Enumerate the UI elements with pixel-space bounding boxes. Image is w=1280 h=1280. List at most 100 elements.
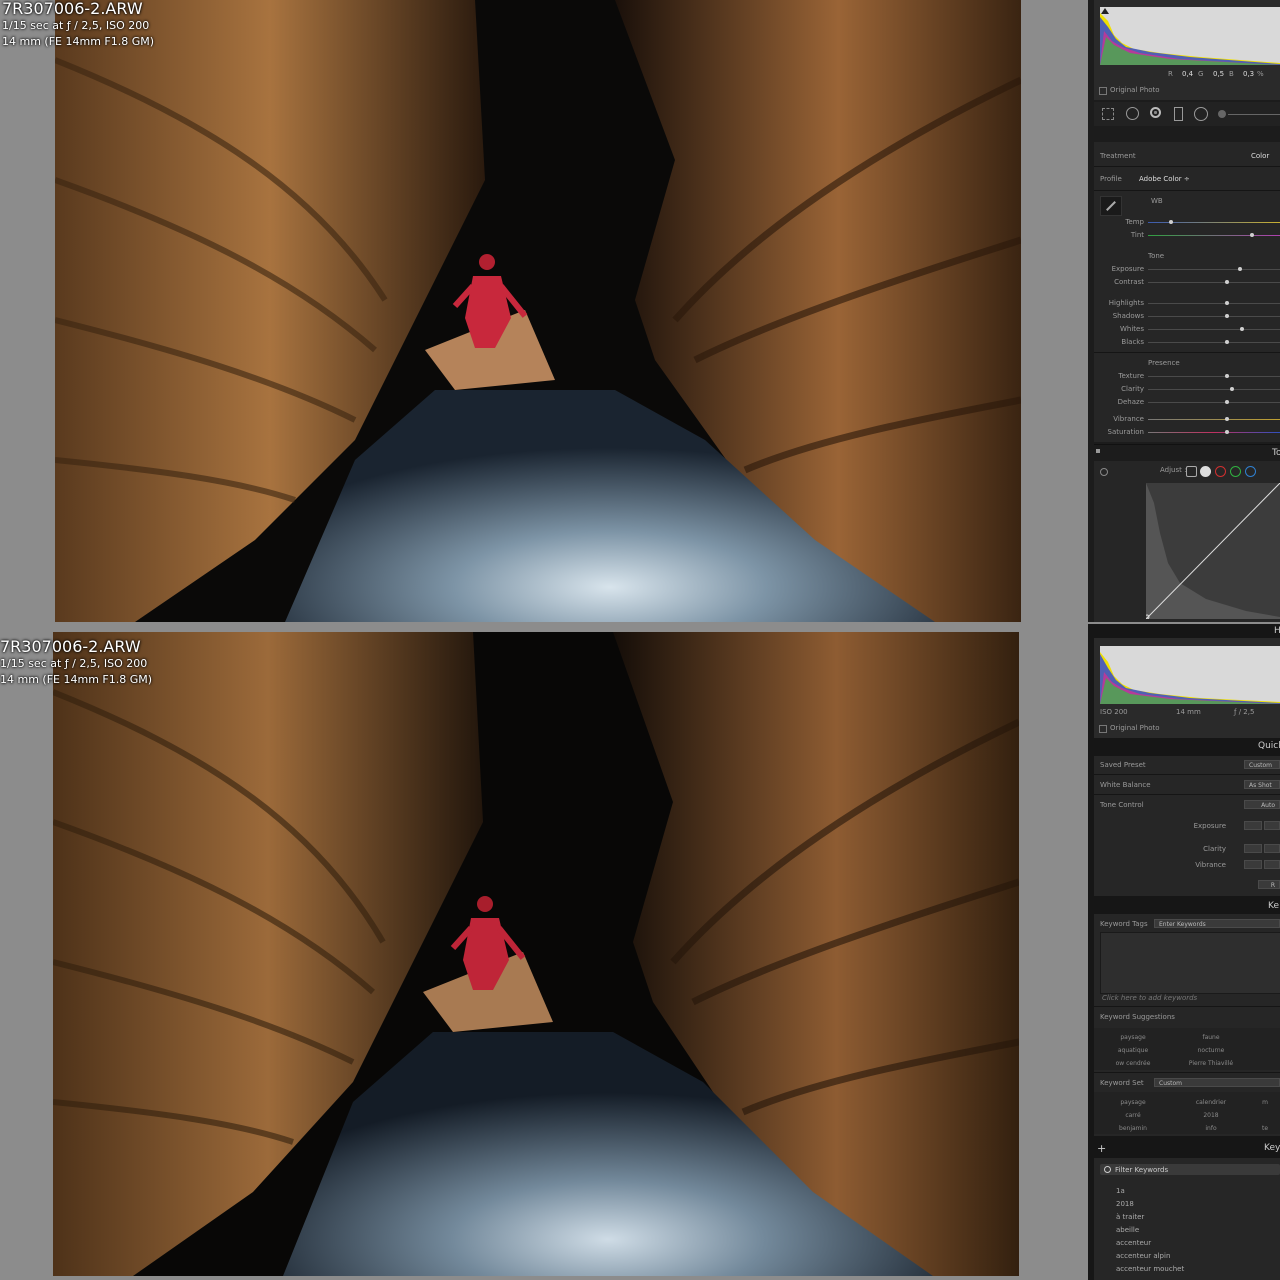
suggestion-item[interactable]: faune [1172, 1034, 1250, 1041]
graduated-filter-icon[interactable] [1174, 107, 1183, 121]
keyword-item[interactable]: 2018 [1116, 1200, 1134, 1208]
clarity-slider[interactable] [1148, 387, 1280, 391]
original-photo-checkbox[interactable] [1099, 87, 1107, 95]
keyword-item[interactable]: abeille [1116, 1226, 1139, 1234]
clarity-slider-thumb[interactable] [1229, 387, 1234, 391]
wb-eyedropper-icon[interactable] [1100, 196, 1122, 216]
vibrance-increase-button[interactable] [1264, 860, 1280, 869]
divider [1094, 190, 1280, 191]
keyword-tags-select[interactable]: Enter Keywords [1154, 919, 1280, 928]
highlights-slider-thumb[interactable] [1224, 301, 1229, 305]
tint-slider[interactable] [1148, 233, 1280, 237]
keyword-set-item[interactable]: benjamin [1094, 1125, 1172, 1132]
photo-top[interactable] [55, 0, 1021, 622]
exposure-label: Exposure [1111, 265, 1144, 273]
vibrance-decrease-button[interactable] [1244, 860, 1262, 869]
quick-develop-title[interactable]: Quick [1258, 741, 1280, 751]
rgb-channel-icon[interactable] [1200, 466, 1211, 477]
targeted-adjust-icon[interactable] [1100, 468, 1108, 476]
add-keyword-button[interactable]: + [1097, 1142, 1106, 1155]
contrast-slider[interactable] [1148, 280, 1280, 284]
red-eye-icon[interactable] [1150, 107, 1161, 118]
blacks-slider-thumb[interactable] [1224, 340, 1229, 344]
temp-slider[interactable] [1148, 220, 1280, 224]
saturation-slider[interactable] [1148, 430, 1280, 434]
contrast-slider-thumb[interactable] [1224, 280, 1229, 284]
suggestion-item[interactable]: Pierre Thiavillé [1172, 1060, 1250, 1067]
keyword-item[interactable]: 1a [1116, 1187, 1125, 1195]
blue-channel-icon[interactable] [1245, 466, 1256, 477]
point-curve-icon[interactable] [1186, 466, 1197, 477]
clarity-decrease-button[interactable] [1244, 844, 1262, 853]
red-channel-icon[interactable] [1215, 466, 1226, 477]
click-to-add-hint[interactable]: Click here to add keywords [1102, 994, 1197, 1002]
exposure-info: 1/15 sec at ƒ / 2,5, ISO 200 [0, 657, 148, 670]
adjustment-brush-icon[interactable] [1218, 110, 1226, 118]
suggestion-item[interactable]: paysage [1094, 1034, 1172, 1041]
keyword-set-item[interactable]: paysage [1094, 1099, 1172, 1106]
keyword-set-select[interactable]: Custom [1154, 1078, 1280, 1087]
texture-slider[interactable] [1148, 374, 1280, 378]
tint-slider-thumb[interactable] [1249, 233, 1254, 237]
dehaze-slider[interactable] [1148, 400, 1280, 404]
vibrance-slider-thumb[interactable] [1224, 417, 1229, 421]
search-icon [1104, 1166, 1111, 1173]
texture-slider-thumb[interactable] [1224, 374, 1229, 378]
tone-control-label: Tone Control [1100, 801, 1144, 809]
rgb-b-label: B [1229, 70, 1234, 78]
photo-info-overlay-top: 7R307006-2.ARW 1/15 sec at ƒ / 2,5, ISO … [2, 0, 154, 50]
keyword-item[interactable]: accenteur alpin [1116, 1252, 1170, 1260]
spot-removal-icon[interactable] [1126, 107, 1139, 120]
divider [1094, 166, 1280, 167]
auto-tone-button[interactable]: Auto [1244, 800, 1280, 809]
keyword-set-item[interactable]: info [1172, 1125, 1250, 1132]
radial-filter-icon[interactable] [1194, 107, 1208, 121]
keyword-item[interactable]: accenteur mouchet [1116, 1265, 1184, 1273]
vibrance-slider[interactable] [1148, 417, 1280, 421]
photo-bottom[interactable] [53, 632, 1019, 1276]
green-channel-icon[interactable] [1230, 466, 1241, 477]
keywording-title[interactable]: Ke [1268, 901, 1279, 911]
keyword-set-item[interactable]: 2018 [1172, 1112, 1250, 1119]
keyword-item[interactable]: accenteur [1116, 1239, 1151, 1247]
clipping-shadow-icon[interactable] [1101, 8, 1109, 14]
keyword-set-item[interactable]: m [1250, 1099, 1280, 1106]
keyword-entry-area[interactable] [1100, 932, 1280, 994]
whites-slider[interactable] [1148, 327, 1280, 331]
shadows-slider-thumb[interactable] [1224, 314, 1229, 318]
profile-select[interactable]: Adobe Color ÷ [1139, 175, 1190, 183]
exposure-slider[interactable] [1148, 267, 1280, 271]
keyword-list-title[interactable]: Keyw [1264, 1143, 1280, 1153]
original-photo-checkbox[interactable] [1099, 725, 1107, 733]
treatment-label: Treatment [1100, 152, 1136, 160]
suggestion-item[interactable]: nocturne [1172, 1047, 1250, 1054]
highlights-slider[interactable] [1148, 301, 1280, 305]
exposure-slider-thumb[interactable] [1237, 267, 1242, 271]
keyword-item[interactable]: à traiter [1116, 1213, 1144, 1221]
tone-curve-svg [1144, 482, 1280, 620]
exposure-increase-button[interactable] [1264, 821, 1280, 830]
reset-all-button[interactable]: R [1258, 880, 1280, 889]
blacks-slider[interactable] [1148, 340, 1280, 344]
dehaze-slider-thumb[interactable] [1224, 400, 1229, 404]
treatment-color[interactable]: Color [1251, 152, 1269, 160]
tone-curve-title: To [1272, 448, 1280, 458]
exposure-decrease-button[interactable] [1244, 821, 1262, 830]
saved-preset-select[interactable]: Custom [1244, 760, 1280, 769]
panel-toggle-icon[interactable] [1096, 449, 1100, 453]
shadows-label: Shadows [1112, 312, 1144, 320]
keyword-set-item[interactable]: calendrier [1172, 1099, 1250, 1106]
clarity-increase-button[interactable] [1264, 844, 1280, 853]
suggestion-item[interactable]: aquatique [1094, 1047, 1172, 1054]
clarity-label: Clarity [1121, 385, 1144, 393]
white-balance-select[interactable]: As Shot [1244, 780, 1280, 789]
keyword-set-item[interactable]: carré [1094, 1112, 1172, 1119]
suggestion-item[interactable]: ow cendrée [1094, 1060, 1172, 1067]
tone-curve-header[interactable] [1094, 444, 1280, 461]
original-photo-label: Original Photo [1110, 86, 1160, 94]
keyword-set-item[interactable]: te [1250, 1125, 1280, 1132]
crop-tool-icon[interactable] [1102, 108, 1114, 120]
shadows-slider[interactable] [1148, 314, 1280, 318]
tone-curve-graph[interactable] [1144, 482, 1280, 620]
saturation-slider-thumb[interactable] [1224, 430, 1229, 434]
